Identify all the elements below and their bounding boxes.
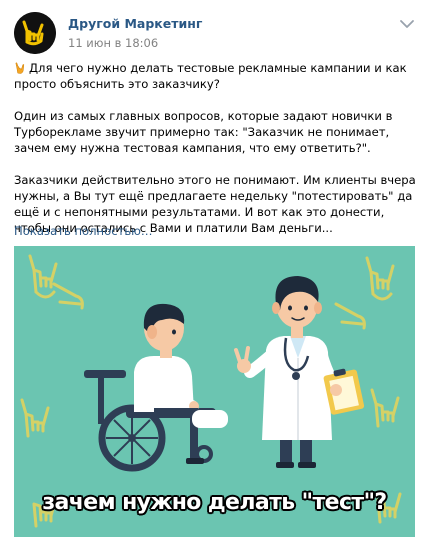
image-caption: зачем нужно делать "тест"?	[42, 490, 387, 515]
post-paragraph-1-text: Для чего нужно делать тестовые рекламные…	[14, 61, 407, 91]
show-more-link[interactable]: Показать полностью…	[14, 224, 153, 238]
community-avatar[interactable]	[14, 12, 56, 54]
post-menu-button[interactable]	[398, 16, 416, 30]
rock-hand-avatar-icon	[14, 12, 56, 54]
rock-hand-emoji-icon	[15, 62, 25, 74]
post-text: Для чего нужно делать тестовые рекламные…	[14, 60, 420, 236]
chevron-down-icon	[400, 20, 414, 28]
post-card: Другой Маркетинг 11 июн в 18:06 Для чего…	[0, 0, 430, 542]
post-header: Другой Маркетинг 11 июн в 18:06	[14, 12, 416, 56]
post-paragraph-1: Для чего нужно делать тестовые рекламные…	[14, 60, 420, 92]
post-image[interactable]: зачем нужно делать "тест"?	[14, 246, 415, 537]
post-paragraph-2: Один из самых главных вопросов, которые …	[14, 109, 393, 155]
post-author[interactable]: Другой Маркетинг	[68, 16, 202, 31]
post-date[interactable]: 11 июн в 18:06	[68, 36, 158, 50]
